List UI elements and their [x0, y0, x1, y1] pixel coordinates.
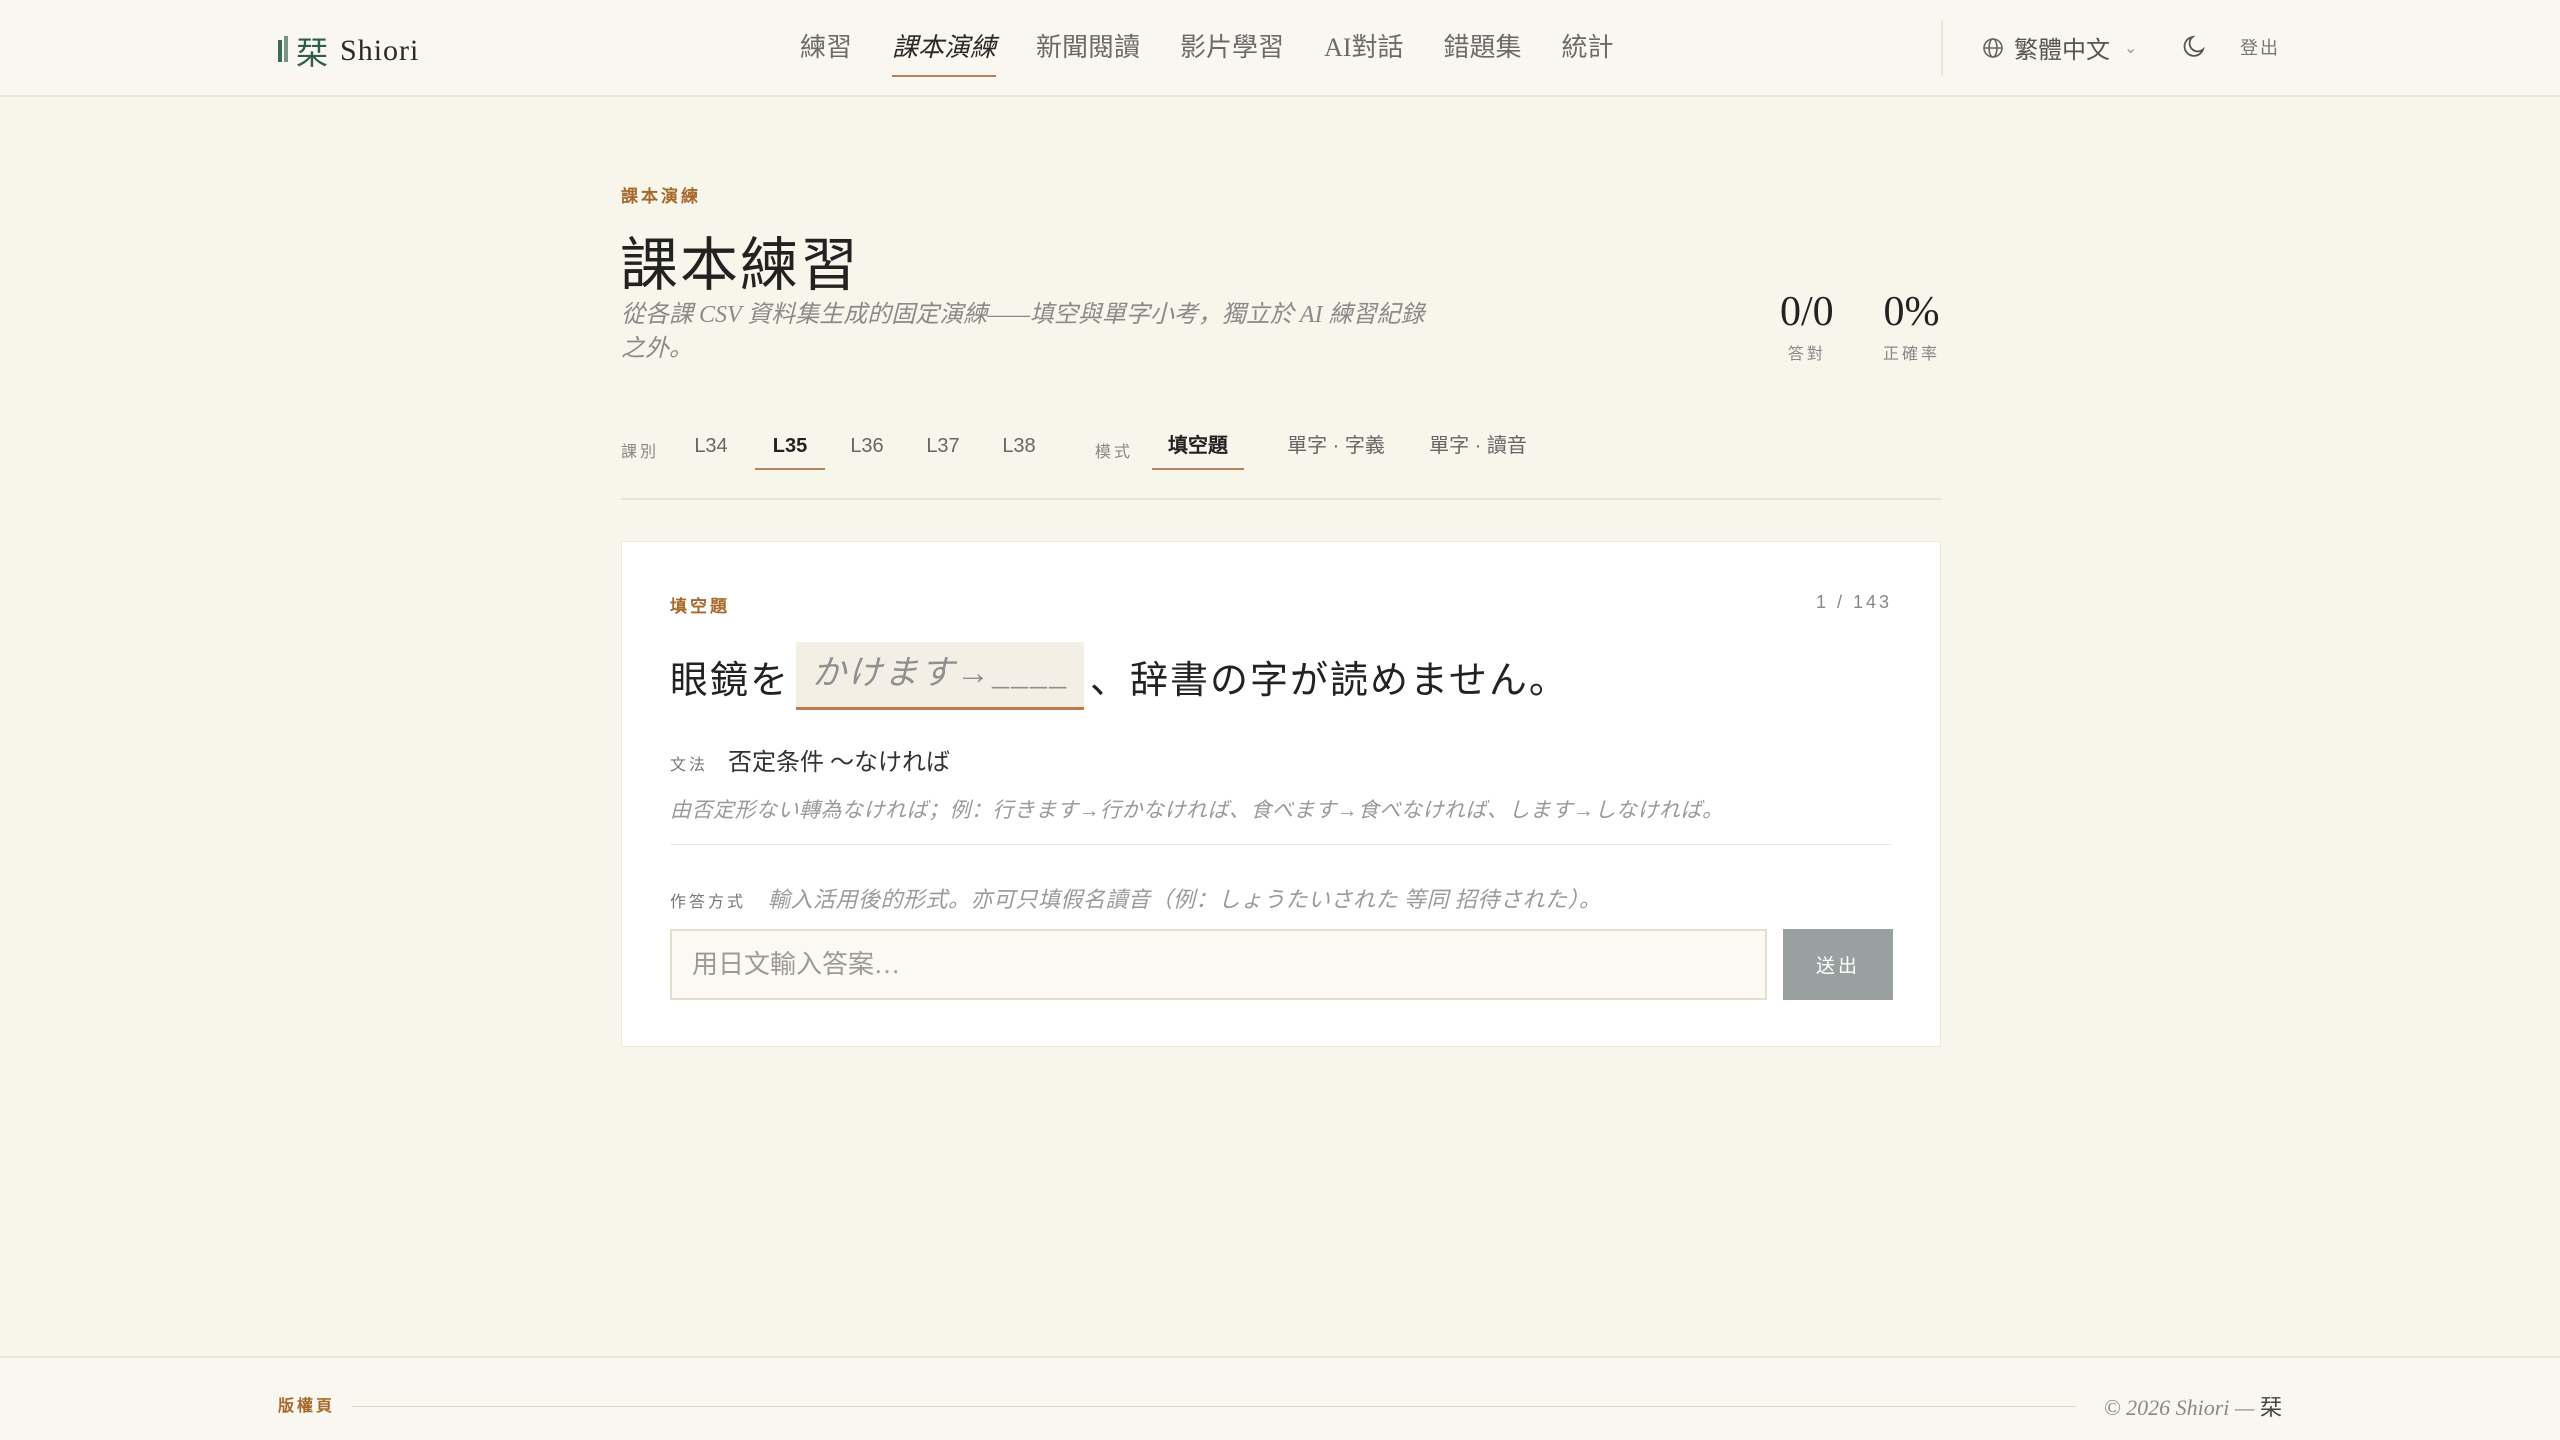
answer-instructions-text: 輸入活用後的形式。亦可只填假名讀音（例：しょうたいされた 等同 招待された）。 — [768, 887, 1602, 912]
nav-textbook-drill[interactable]: 課本演練 — [892, 26, 997, 77]
page-subtitle: 從各課 CSV 資料集生成的固定演練——填空與單字小考，獨立於 AI 練習紀錄之… — [621, 302, 1425, 362]
grammar-value: 否定条件 〜なければ — [728, 750, 951, 776]
header-divider — [1941, 20, 1943, 76]
card-divider — [670, 844, 1892, 845]
answer-instructions-label: 作答方式 — [670, 894, 747, 911]
grammar-label: 文法 — [670, 757, 709, 774]
grammar-note: 由否定形ない轉為なければ；例：行きます→行かなければ、食べます→食べなければ、し… — [670, 798, 1724, 822]
lesson-tab-l35[interactable]: L35 — [755, 430, 825, 470]
logout-button[interactable]: 登出 — [2240, 34, 2280, 60]
language-selector[interactable]: 繁體中文 ⌄ — [1982, 30, 2137, 65]
main-nav: 練習 課本演練 新聞閱讀 影片學習 AI對話 錯題集 統計 — [800, 26, 1654, 77]
logo-kanji: 栞 — [296, 35, 329, 71]
mode-tab-vocab-meaning[interactable]: 單字 · 字義 — [1266, 430, 1406, 470]
nav-statistics[interactable]: 統計 — [1562, 26, 1614, 74]
nav-ai-chat[interactable]: AI對話 — [1324, 26, 1403, 74]
submit-button[interactable]: 送出 — [1783, 929, 1893, 1000]
stat-accuracy-value: 0% — [1883, 289, 1940, 335]
question-card: 填空題 1 / 143 眼鏡を かけます→____ 、辞書の字が読めません。 文… — [621, 541, 1941, 1047]
lesson-tab-l36[interactable]: L36 — [847, 430, 887, 470]
mode-tab-vocab-reading[interactable]: 單字 · 讀音 — [1398, 430, 1558, 470]
globe-icon — [1983, 37, 2003, 58]
footer-tag: 版權頁 — [278, 1398, 336, 1415]
logo[interactable]: 栞 Shiori — [278, 28, 419, 74]
nav-mistakes[interactable]: 錯題集 — [1444, 26, 1522, 74]
mode-filter-label: 模式 — [1095, 444, 1134, 461]
lesson-tab-l37[interactable]: L37 — [923, 430, 963, 470]
top-bar: 栞 Shiori 練習 課本演練 新聞閱讀 影片學習 AI對話 錯題集 統計 繁… — [0, 0, 2560, 97]
copyright-text: © 2026 Shiori — — [2103, 1395, 2255, 1420]
question-counter: 1 / 143 — [1815, 592, 1892, 612]
answer-instructions: 作答方式 輸入活用後的形式。亦可只填假名讀音（例：しょうたいされた 等同 招待さ… — [670, 882, 1602, 914]
footer-glyph: 栞 — [2259, 1395, 2282, 1420]
stat-correct: 0/0 答對 — [1780, 288, 1834, 364]
lesson-filter-label: 課別 — [621, 444, 660, 461]
bookmark-logo-icon — [278, 36, 292, 66]
question-sentence: 眼鏡を かけます→____ 、辞書の字が読めません。 — [670, 642, 1569, 710]
filter-bar: 課別 L34 L35 L36 L37 L38 模式 填空題 單字 · 字義 單字… — [621, 430, 1941, 500]
nav-practice[interactable]: 練習 — [800, 26, 852, 74]
mode-tab-fill-blank[interactable]: 填空題 — [1152, 430, 1244, 470]
lesson-tab-l34[interactable]: L34 — [691, 430, 731, 470]
page-eyebrow: 課本演練 — [621, 187, 701, 206]
lesson-tab-l38[interactable]: L38 — [999, 430, 1039, 470]
nav-news-reading[interactable]: 新聞閱讀 — [1036, 26, 1140, 74]
footer-rule — [352, 1406, 2076, 1407]
question-after-blank: 、辞書の字が読めません。 — [1090, 659, 1569, 702]
footer-copyright: © 2026 Shiori — 栞 — [2104, 1390, 2282, 1422]
nav-video-learning[interactable]: 影片學習 — [1180, 26, 1284, 74]
question-blank: かけます→____ — [796, 642, 1085, 710]
app-name: Shiori — [340, 34, 420, 67]
language-label: 繁體中文 — [2014, 38, 2110, 64]
answer-input[interactable] — [670, 929, 1767, 1000]
page-title: 課本練習 — [620, 233, 861, 298]
stat-correct-value: 0/0 — [1780, 289, 1834, 335]
question-type-tag: 填空題 — [670, 597, 730, 616]
stat-accuracy: 0% 正確率 — [1883, 288, 1940, 364]
footer: 版權頁 © 2026 Shiori — 栞 — [0, 1356, 2560, 1440]
chevron-down-icon: ⌄ — [2124, 39, 2138, 57]
stat-correct-label: 答對 — [1787, 346, 1826, 363]
stat-accuracy-label: 正確率 — [1883, 346, 1941, 363]
question-before-blank: 眼鏡を — [670, 659, 791, 702]
dark-mode-toggle-icon[interactable] — [2181, 32, 2209, 60]
grammar-row: 文法 否定条件 〜なければ — [670, 742, 950, 777]
